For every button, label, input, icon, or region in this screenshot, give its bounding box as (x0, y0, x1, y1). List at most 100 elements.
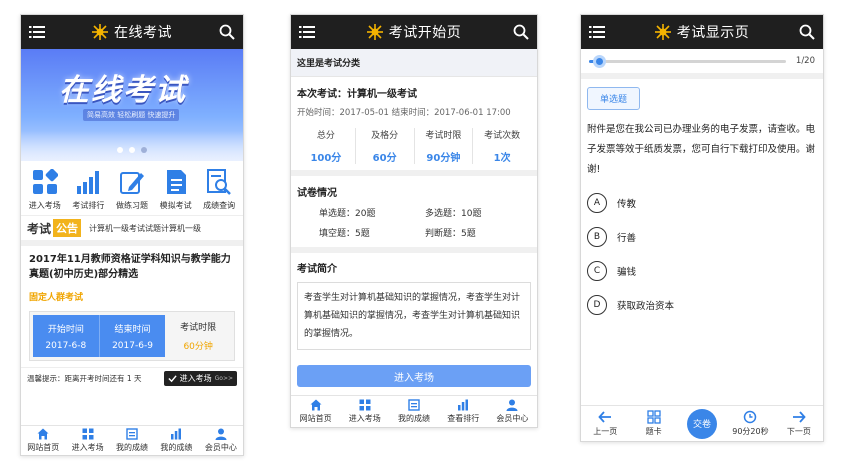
search-icon[interactable] (799, 24, 815, 40)
tab-enter-exam[interactable]: 进入考场 (65, 426, 109, 455)
quick-nav-label: 成绩查询 (203, 201, 236, 210)
option-letter: C (587, 261, 607, 281)
exam-intro: 考试简介 考查学生对计算机基础知识的掌握情况，考查学生对计算机基础知识的掌握情况… (291, 253, 537, 357)
quick-nav-label: 考试排行 (72, 201, 105, 210)
tab-my-scores[interactable]: 我的成绩 (389, 396, 438, 427)
option-b[interactable]: B 行善 (587, 220, 817, 254)
option-c[interactable]: C 骗钱 (587, 254, 817, 288)
answer-options: A 传教 B 行善 C 骗钱 D 获取政治资本 (581, 180, 823, 328)
progress-knob[interactable] (592, 54, 606, 68)
clock-icon (744, 410, 757, 424)
stat-value: 90分钟 (426, 153, 461, 164)
time-limit-cell: 考试时限 60分钟 (165, 315, 231, 357)
paper-item: 单选题：20题 (319, 209, 376, 219)
tab-member-center[interactable]: 会员中心 (199, 426, 243, 455)
phone-exam-start: 考试开始页 这里是考试分类 本次考试：计算机一级考试 开始时间：2017-05-… (290, 14, 538, 428)
chart-icon (458, 399, 469, 411)
banner-headline: 在线考试 (59, 73, 187, 108)
reminder-row: 温馨提示：距离开考时间还有 1 天 进入考场 Go>> (21, 367, 243, 389)
submit-button[interactable]: 交卷 (687, 408, 718, 439)
progress-slider[interactable] (589, 54, 786, 68)
timer-text: 90分20秒 (732, 427, 769, 436)
tab-label: 网站首页 (299, 414, 332, 423)
page-title: 考试显示页 (676, 25, 750, 41)
quick-nav-enter-exam[interactable]: 进入考场 (23, 169, 67, 211)
notice-label: 考试 (27, 221, 52, 236)
tab-my-scores[interactable]: 我的成绩 (110, 426, 154, 455)
carousel-dot[interactable] (141, 147, 147, 153)
enter-exam-button[interactable]: 进入考场 (297, 365, 531, 387)
exam-time-box: 开始时间 2017-6-8 结束时间 2017-6-9 考试时限 60分钟 (29, 311, 235, 361)
tab-label: 进入考场 (71, 443, 104, 452)
page-title: 在线考试 (114, 25, 172, 41)
tab-home[interactable]: 网站首页 (21, 426, 65, 455)
option-letter: B (587, 227, 607, 247)
question-text: 附件是您在我公司已办理业务的电子发票，请查收。电子发票等效于纸质发票，您可自行下… (587, 124, 816, 175)
tab-ranking[interactable]: 查看排行 (439, 396, 488, 427)
banner-carousel[interactable]: 在线考试 简易高效 轻松刷题 快速提升 (21, 49, 243, 161)
phone-home: 在线考试 在线考试 简易高效 轻松刷题 快速提升 进入考场 考试排行 做练习题 … (20, 14, 244, 456)
quick-nav-mock-exam[interactable]: 模拟考试 (154, 169, 198, 211)
exam-stats: 总分 100分 及格分 60分 考试时限 90分钟 考试次数 1次 (297, 128, 531, 164)
tab-label: 进入考场 (348, 414, 381, 423)
exam-card[interactable]: 2017年11月教师资格证学科知识与教学能力真题(初中历史)部分精选 固定人群考… (21, 246, 243, 367)
bar-chart-icon (77, 171, 100, 194)
search-icon[interactable] (219, 24, 235, 40)
search-icon[interactable] (513, 24, 529, 40)
top-bar: 考试开始页 (291, 15, 537, 49)
tab-label: 网站首页 (27, 443, 60, 452)
tab-home[interactable]: 网站首页 (291, 396, 340, 427)
menu-icon[interactable] (299, 25, 315, 39)
reminder-text: 温馨提示：距离开考时间还有 1 天 (27, 374, 142, 383)
tab-member-center[interactable]: 会员中心 (488, 396, 537, 427)
stat-value: 1次 (493, 153, 511, 164)
menu-icon[interactable] (29, 25, 45, 39)
grid-icon (359, 399, 371, 411)
quick-nav-ranking[interactable]: 考试排行 (67, 169, 111, 211)
option-a[interactable]: A 传教 (587, 186, 817, 220)
question-progress: 1/20 (581, 49, 823, 79)
scores-icon (408, 399, 420, 411)
next-page-button[interactable]: 下一页 (775, 410, 823, 437)
start-time-value: 2017-6-8 (45, 340, 87, 351)
check-icon (168, 375, 177, 383)
paper-heading: 试卷情况 (297, 188, 337, 199)
exam-info: 本次考试：计算机一级考试 开始时间：2017-05-01 结束时间：2017-0… (291, 77, 537, 176)
stat-label: 考试次数 (484, 131, 521, 141)
menu-icon[interactable] (589, 25, 605, 39)
notice-text[interactable]: 计算机一级考试试题计算机一级 (89, 223, 201, 234)
tab-label: 我的成绩 (398, 414, 430, 423)
option-d[interactable]: D 获取政治资本 (587, 288, 817, 322)
user-icon (506, 399, 518, 411)
enter-exam-button[interactable]: 进入考场 Go>> (163, 371, 237, 386)
option-text: 传教 (617, 199, 637, 210)
sun-logo-icon (92, 24, 108, 40)
end-time-label: 结束时间 (114, 324, 151, 335)
end-time-cell: 结束时间 2017-6-9 (98, 315, 166, 357)
category-header: 这里是考试分类 (291, 49, 537, 77)
notice-bar[interactable]: 考试 公告 计算机一级考试试题计算机一级 (21, 216, 243, 246)
stat-value: 100分 (310, 153, 342, 164)
arrow-left-icon (598, 411, 612, 423)
carousel-dot[interactable] (117, 147, 123, 153)
start-time-label: 开始时间 (47, 324, 84, 335)
banner-floor (21, 131, 243, 161)
answer-card-button[interactable]: 题卡 (629, 410, 677, 437)
bottom-tab-bar: 网站首页 进入考场 我的成绩 查看排行 会员中心 (291, 395, 537, 427)
quick-nav-score-query[interactable]: 成绩查询 (197, 169, 241, 211)
exam-card-title[interactable]: 2017年11月教师资格证学科知识与教学能力真题(初中历史)部分精选 (29, 252, 235, 282)
nav-label: 上一页 (593, 427, 618, 436)
chart-icon (171, 428, 182, 440)
paper-grid: 单选题：20题 多选题：10题 填空题：5题 判断题：5题 (297, 206, 531, 239)
option-text: 获取政治资本 (617, 301, 675, 312)
prev-page-button[interactable]: 上一页 (581, 410, 629, 437)
tab-my-scores-2[interactable]: 我的成绩 (154, 426, 198, 455)
home-icon (310, 399, 322, 411)
quick-nav: 进入考场 考试排行 做练习题 模拟考试 成绩查询 (21, 161, 243, 216)
paper-item: 填空题：5题 (319, 229, 370, 239)
tab-enter-exam[interactable]: 进入考场 (340, 396, 389, 427)
stat-pass-score: 及格分 60分 (354, 128, 414, 164)
nav-label: 题卡 (645, 427, 662, 436)
quick-nav-practice[interactable]: 做练习题 (110, 169, 154, 211)
carousel-dot[interactable] (129, 147, 135, 153)
